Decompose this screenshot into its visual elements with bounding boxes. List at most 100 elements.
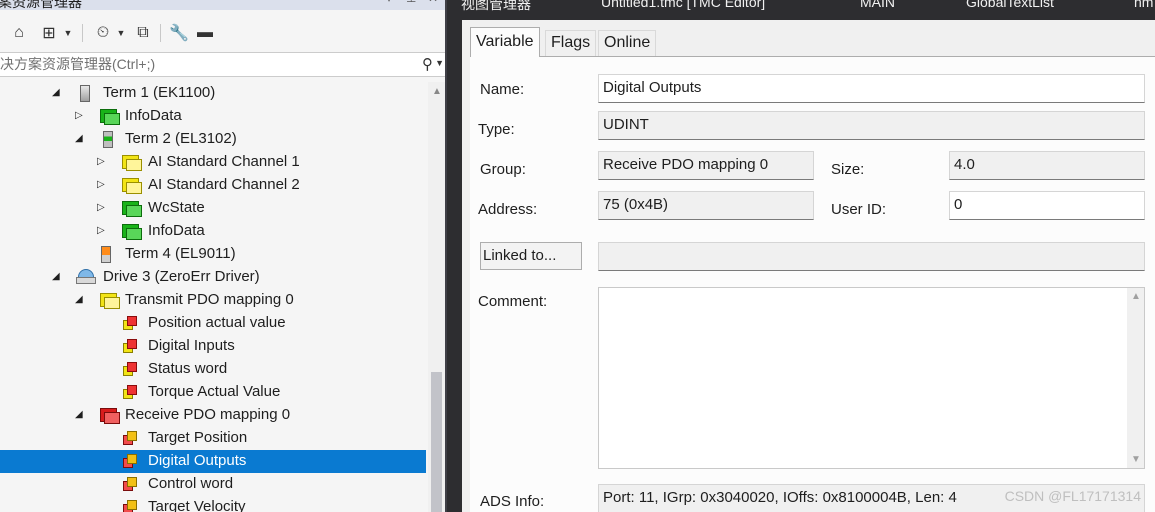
editor-area: 视图管理器 Untitled1.tmc [TMC Editor] MAIN Gl… xyxy=(449,0,1155,512)
ads-info-label: ADS Info: xyxy=(480,493,545,510)
tree-node-target-velocity[interactable]: Target Velocity xyxy=(0,496,426,512)
tree-node-infodata[interactable]: ▷ InfoData xyxy=(0,105,426,128)
expand-arrow-icon[interactable]: ▷ xyxy=(75,110,85,122)
tree-node-digital-inputs[interactable]: Digital Inputs xyxy=(0,335,426,358)
comment-textarea[interactable]: ▲ ▼ xyxy=(598,287,1145,469)
collapse-arrow-icon[interactable]: ◢ xyxy=(52,87,62,99)
tab-variable[interactable]: Variable xyxy=(470,27,540,57)
tree-node-term2[interactable]: ◢ Term 2 (EL3102) xyxy=(0,128,426,151)
tree-node-wcstate[interactable]: ▷ WcState xyxy=(0,197,426,220)
comment-label: Comment: xyxy=(478,293,548,310)
expand-arrow-icon[interactable]: ▷ xyxy=(97,225,107,237)
name-label: Name: xyxy=(480,81,525,98)
scrollbar-thumb[interactable] xyxy=(431,372,442,512)
tree-node-label: AI Standard Channel 2 xyxy=(148,176,300,193)
pending-changes-icon[interactable]: ⏲ xyxy=(92,22,114,44)
tree-node-digital-outputs[interactable]: Digital Outputs xyxy=(0,450,426,473)
tree-node-torque-actual-value[interactable]: Torque Actual Value xyxy=(0,381,426,404)
input-variable-icon xyxy=(123,362,138,377)
expand-arrow-icon[interactable]: ▷ xyxy=(97,179,107,191)
tree-node-receive-pdo[interactable]: ◢ Receive PDO mapping 0 xyxy=(0,404,426,427)
search-options-dropdown-icon[interactable]: ▼ xyxy=(435,58,444,68)
tree-scrollbar[interactable]: ▲ xyxy=(428,82,445,512)
panel-title-bar: 案资源管理器 ▾ ⊥ ✕ xyxy=(0,0,445,10)
user-id-label: User ID: xyxy=(831,201,887,218)
close-icon[interactable]: ✕ xyxy=(428,0,438,5)
tree-node-status-word[interactable]: Status word xyxy=(0,358,426,381)
variable-tab-page: Name: Digital Outputs Type: UDINT Group:… xyxy=(470,56,1155,512)
chevron-down-icon[interactable]: ▼ xyxy=(115,22,127,44)
collapse-arrow-icon[interactable]: ◢ xyxy=(75,133,85,145)
address-label: Address: xyxy=(478,201,538,218)
tree-node-label: Digital Inputs xyxy=(148,337,235,354)
type-label: Type: xyxy=(478,121,515,138)
dropdown-icon[interactable]: ▾ xyxy=(386,0,392,5)
home-icon[interactable]: ⌂ xyxy=(8,22,30,44)
tree-node-target-position[interactable]: Target Position xyxy=(0,427,426,450)
tree-node-label: Digital Outputs xyxy=(148,452,247,469)
tree-node-infodata-2[interactable]: ▷ InfoData xyxy=(0,220,426,243)
document-tab-strip: 视图管理器 Untitled1.tmc [TMC Editor] MAIN Gl… xyxy=(449,0,1155,14)
scroll-down-icon[interactable]: ▼ xyxy=(1131,454,1141,465)
input-variable-icon xyxy=(123,385,138,400)
pin-icon[interactable]: ⊥ xyxy=(406,0,416,5)
output-variable-icon xyxy=(123,454,138,469)
input-channel-icon xyxy=(122,155,142,171)
preview-icon[interactable]: ▬ xyxy=(194,22,216,44)
tree-node-label: Term 4 (EL9011) xyxy=(125,245,236,262)
group-field: Receive PDO mapping 0 xyxy=(598,151,814,180)
drive-icon xyxy=(76,269,96,285)
doc-tab-main[interactable]: MAIN xyxy=(860,0,895,10)
tree-node-label: AI Standard Channel 1 xyxy=(148,153,300,170)
doc-tab-view-manager[interactable]: 视图管理器 xyxy=(461,0,531,14)
expand-arrow-icon[interactable]: ▷ xyxy=(97,156,107,168)
collapse-all-icon[interactable]: ⧉ xyxy=(132,22,154,44)
input-variable-icon xyxy=(123,316,138,331)
tree-node-position-actual-value[interactable]: Position actual value xyxy=(0,312,426,335)
tree-node-label: Term 1 (EK1100) xyxy=(103,84,216,101)
search-icon[interactable]: ⚲ xyxy=(422,55,433,73)
tree-node-label: Receive PDO mapping 0 xyxy=(125,406,291,423)
toolbar-separator xyxy=(160,24,161,42)
collapse-arrow-icon[interactable]: ◢ xyxy=(75,409,85,421)
user-id-field[interactable]: 0 xyxy=(949,191,1145,220)
tree-node-label: Drive 3 (ZeroErr Driver) xyxy=(103,268,260,285)
tree-node-term4[interactable]: Term 4 (EL9011) xyxy=(0,243,426,266)
tree-node-transmit-pdo[interactable]: ◢ Transmit PDO mapping 0 xyxy=(0,289,426,312)
linked-to-field xyxy=(598,242,1145,271)
doc-tab-hm[interactable]: hm xyxy=(1134,0,1153,10)
output-variable-icon xyxy=(123,477,138,492)
input-variable-group-icon xyxy=(122,201,142,217)
doc-tab-global-text-list[interactable]: GlobalTextList xyxy=(966,0,1054,10)
tree-node-label: Status word xyxy=(148,360,228,377)
variable-editor: Variable Flags Online Name: Digital Outp… xyxy=(462,20,1155,512)
tab-online[interactable]: Online xyxy=(598,30,657,56)
scroll-up-icon[interactable]: ▲ xyxy=(1131,291,1141,302)
name-field[interactable]: Digital Outputs xyxy=(598,74,1145,103)
tree-node-ai-channel-1[interactable]: ▷ AI Standard Channel 1 xyxy=(0,151,426,174)
switch-views-icon[interactable]: ⊞ xyxy=(38,22,60,44)
tab-flags[interactable]: Flags xyxy=(545,30,597,56)
search-input[interactable] xyxy=(0,56,400,72)
tree-node-control-word[interactable]: Control word xyxy=(0,473,426,496)
tree-node-label: InfoData xyxy=(125,107,182,124)
output-variable-icon xyxy=(123,431,138,446)
comment-scrollbar[interactable]: ▲ ▼ xyxy=(1127,288,1144,468)
size-field: 4.0 xyxy=(949,151,1145,180)
collapse-arrow-icon[interactable]: ◢ xyxy=(52,271,62,283)
output-pdo-icon xyxy=(100,408,120,424)
collapse-arrow-icon[interactable]: ◢ xyxy=(75,294,85,306)
expand-arrow-icon[interactable]: ▷ xyxy=(97,202,107,214)
tree-node-drive3[interactable]: ◢ Drive 3 (ZeroErr Driver) xyxy=(0,266,426,289)
linked-to-button[interactable]: Linked to... xyxy=(480,242,582,270)
size-label: Size: xyxy=(831,161,865,178)
chevron-down-icon[interactable]: ▼ xyxy=(62,22,74,44)
tree-node-label: Transmit PDO mapping 0 xyxy=(125,291,294,308)
terminal-icon xyxy=(80,85,90,102)
tree-node-term1[interactable]: ◢ Term 1 (EK1100) xyxy=(0,82,426,105)
scroll-up-icon[interactable]: ▲ xyxy=(432,86,442,97)
tree-node-ai-channel-2[interactable]: ▷ AI Standard Channel 2 xyxy=(0,174,426,197)
doc-tab-tmc-editor[interactable]: Untitled1.tmc [TMC Editor] xyxy=(601,0,765,10)
type-field: UDINT xyxy=(598,111,1145,140)
properties-wrench-icon[interactable]: 🔧 xyxy=(168,22,190,44)
